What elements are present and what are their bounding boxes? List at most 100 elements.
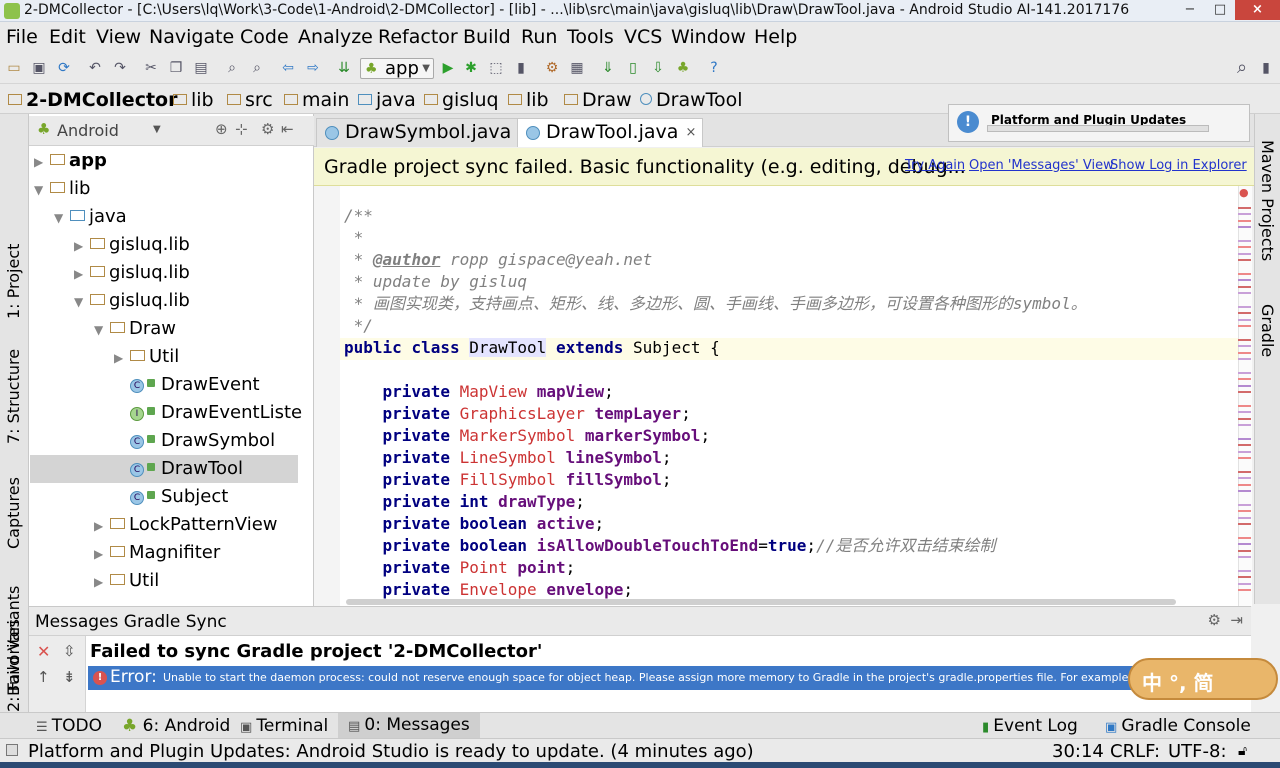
- tree-item-gisluq-lib[interactable]: ▼ gisluq.lib: [74, 287, 190, 315]
- menu-edit[interactable]: Edit: [49, 26, 86, 48]
- menu-tools[interactable]: Tools: [567, 26, 614, 48]
- chevron-right-icon[interactable]: ▶: [94, 512, 110, 540]
- error-stripe-mark[interactable]: [1238, 345, 1251, 348]
- chevron-down-icon[interactable]: ▼: [94, 316, 110, 344]
- open-icon[interactable]: ▭: [4, 58, 24, 78]
- breadcrumb-item[interactable]: gisluq: [424, 89, 499, 111]
- tab-captures[interactable]: Captures: [4, 477, 23, 549]
- collapse-all-icon[interactable]: ⊹: [235, 120, 248, 138]
- sdk-icon[interactable]: ⇩: [648, 58, 668, 78]
- tree-item-app[interactable]: ▶ app: [34, 147, 107, 175]
- find-icon[interactable]: ⌕: [222, 58, 242, 78]
- tree-item-drawsymbol[interactable]: C DrawSymbol: [114, 427, 275, 455]
- menu-code[interactable]: Code: [240, 26, 289, 48]
- error-stripe-mark[interactable]: [1238, 404, 1251, 407]
- close-icon[interactable]: ×: [685, 119, 696, 146]
- project-structure-icon[interactable]: ▦: [567, 58, 587, 78]
- gear-icon[interactable]: ⚙: [261, 120, 274, 138]
- tab-event-log[interactable]: ▮ Event Log: [982, 716, 1078, 736]
- run-configuration-select[interactable]: ♣ app ▼: [360, 58, 434, 79]
- error-stripe-mark[interactable]: [1238, 470, 1251, 473]
- debug-icon[interactable]: ✱: [461, 58, 481, 78]
- error-stripe-mark[interactable]: [1238, 516, 1251, 519]
- menu-navigate[interactable]: Navigate: [149, 26, 234, 48]
- error-stripe-mark[interactable]: [1238, 371, 1251, 374]
- error-stripe-mark[interactable]: [1238, 312, 1251, 315]
- tree-item-gisluq-lib[interactable]: ▶ gisluq.lib: [74, 231, 190, 259]
- error-stripe-mark[interactable]: [1238, 378, 1251, 381]
- tree-item-util[interactable]: ▶ Util: [114, 343, 179, 371]
- error-stripe-mark[interactable]: [1238, 246, 1251, 249]
- menu-window[interactable]: Window: [671, 26, 746, 48]
- tab-messages[interactable]: ▤ 0: Messages: [338, 713, 480, 738]
- chevron-down-icon[interactable]: ▼: [54, 204, 70, 232]
- toolbar-overflow-icon[interactable]: ▮: [1256, 58, 1276, 78]
- maximize-button[interactable]: □: [1205, 0, 1235, 20]
- editor-gutter[interactable]: [314, 186, 340, 606]
- lock-icon[interactable]: 🔓︎: [1238, 743, 1247, 759]
- error-stripe-mark[interactable]: [1238, 437, 1251, 440]
- help-icon[interactable]: ?: [704, 58, 724, 78]
- replace-icon[interactable]: ⌕: [247, 58, 267, 78]
- search-everywhere-icon[interactable]: ⌕: [1232, 58, 1252, 78]
- cut-icon[interactable]: ✂: [141, 58, 161, 78]
- gradle-sync-icon[interactable]: ⇓: [598, 58, 618, 78]
- error-stripe-mark[interactable]: [1238, 226, 1251, 229]
- chevron-right-icon[interactable]: ▶: [74, 260, 90, 288]
- tree-item-subject[interactable]: C Subject: [114, 483, 228, 511]
- tab-maven-projects[interactable]: Maven Projects: [1258, 140, 1277, 261]
- tree-item-util[interactable]: ▶ Util: [94, 567, 159, 595]
- error-stripe-mark[interactable]: [1238, 589, 1251, 592]
- error-stripe-mark[interactable]: [1238, 259, 1251, 262]
- tree-item-magnifiter[interactable]: ▶ Magnifiter: [94, 539, 220, 567]
- error-stripe-mark[interactable]: [1238, 411, 1251, 414]
- error-message-row[interactable]: ! Error: Unable to start the daemon proc…: [88, 666, 1251, 690]
- chevron-right-icon[interactable]: ▶: [114, 344, 130, 372]
- open-messages-link[interactable]: Open 'Messages' View: [969, 158, 1114, 173]
- menu-view[interactable]: View: [96, 26, 141, 48]
- run-icon[interactable]: ▶: [438, 58, 458, 78]
- error-stripe-mark[interactable]: [1238, 503, 1251, 506]
- hide-panel-icon[interactable]: ⇥: [1230, 611, 1243, 629]
- tab-project[interactable]: 1: Project: [4, 244, 23, 319]
- error-stripe-mark[interactable]: [1238, 272, 1251, 275]
- tab-favorites[interactable]: 2: Favorites: [4, 619, 23, 712]
- copy-icon[interactable]: ❐: [166, 58, 186, 78]
- try-again-link[interactable]: Try Again: [905, 158, 965, 173]
- error-stripe-mark[interactable]: [1238, 219, 1251, 222]
- gear-icon[interactable]: ⚙: [1208, 611, 1221, 629]
- back-icon[interactable]: ⇦: [278, 58, 298, 78]
- tree-item-draweventliste[interactable]: I DrawEventListe: [114, 399, 302, 427]
- close-icon[interactable]: ✕: [37, 642, 50, 661]
- show-log-link[interactable]: Show Log in Explorer: [1110, 158, 1247, 173]
- error-stripe-mark[interactable]: [1238, 285, 1251, 288]
- tree-item-lib[interactable]: ▼ lib: [34, 175, 90, 203]
- collapse-all-icon[interactable]: ⇟: [63, 668, 76, 686]
- menu-analyze[interactable]: Analyze: [298, 26, 373, 48]
- error-stripe-mark[interactable]: [1238, 444, 1251, 447]
- scroll-from-source-icon[interactable]: ⊕: [215, 120, 228, 138]
- menu-build[interactable]: Build: [463, 26, 511, 48]
- menu-vcs[interactable]: VCS: [624, 26, 662, 48]
- profile-icon[interactable]: ▮: [511, 58, 531, 78]
- error-stripe-mark[interactable]: [1238, 483, 1251, 486]
- tree-item-lockpatternview[interactable]: ▶ LockPatternView: [94, 511, 278, 539]
- caret-position[interactable]: 30:14: [1052, 741, 1104, 762]
- save-icon[interactable]: ▣: [29, 58, 49, 78]
- chevron-right-icon[interactable]: ▶: [94, 568, 110, 596]
- error-stripe-mark[interactable]: [1238, 457, 1251, 460]
- tree-item-java[interactable]: ▼ java: [54, 203, 127, 231]
- breadcrumb-item[interactable]: Draw: [564, 89, 632, 111]
- expand-all-icon[interactable]: ⇳: [63, 642, 76, 660]
- chevron-right-icon[interactable]: ▶: [94, 540, 110, 568]
- error-stripe-mark[interactable]: [1238, 549, 1251, 552]
- chevron-right-icon[interactable]: ▶: [74, 232, 90, 260]
- android-monitor-icon[interactable]: ♣: [673, 58, 693, 78]
- update-notification[interactable]: ! Platform and Plugin Updates: [948, 104, 1250, 142]
- status-message[interactable]: Platform and Plugin Updates: Android Stu…: [28, 741, 754, 762]
- error-stripe-mark[interactable]: [1238, 206, 1251, 209]
- error-stripe-mark[interactable]: [1238, 351, 1251, 354]
- line-separator[interactable]: CRLF:: [1110, 741, 1160, 762]
- menu-run[interactable]: Run: [521, 26, 557, 48]
- tree-item-drawevent[interactable]: C DrawEvent: [114, 371, 260, 399]
